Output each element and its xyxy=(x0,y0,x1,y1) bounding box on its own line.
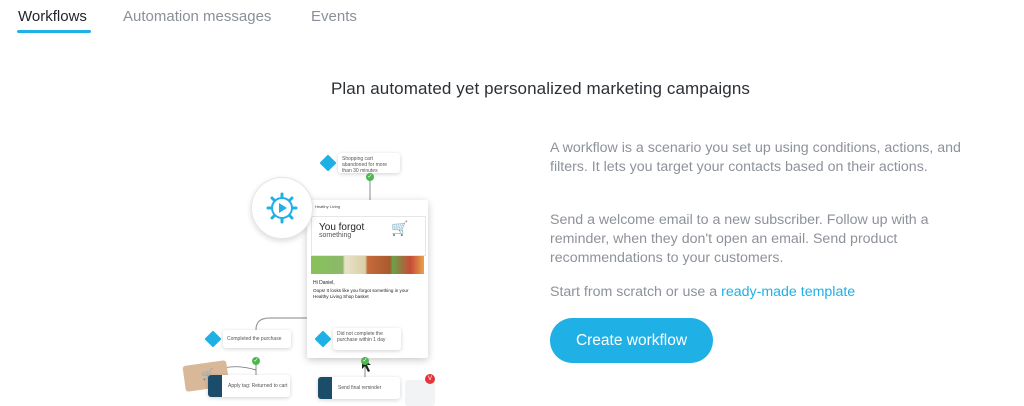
tab-automation-messages[interactable]: Automation messages xyxy=(123,8,271,25)
tab-bar: Workflows Automation messages Events xyxy=(0,0,1024,36)
node-send-reminder-label: Send final reminder xyxy=(338,385,382,391)
trigger-node-label: Shopping cart abandoned for more than 30… xyxy=(342,156,388,174)
active-tab-indicator xyxy=(17,30,91,33)
email-greeting: Hi Daniel, xyxy=(313,280,335,286)
notification-badge: V xyxy=(425,374,435,384)
email-body: Oops! It looks like you forgot something… xyxy=(313,288,409,299)
cart-icon: 🛒 xyxy=(391,220,409,236)
description-p3-text: Start from scratch or use a xyxy=(550,284,722,300)
tab-workflows[interactable]: Workflows xyxy=(18,8,87,25)
envelope-icon xyxy=(318,377,332,399)
description-paragraph-2: Send a welcome email to a new subscriber… xyxy=(550,212,929,266)
node-completed-label: Completed the purchase xyxy=(227,336,282,342)
description-paragraph-1: A workflow is a scenario you set up usin… xyxy=(550,140,961,175)
email-brand: Healthy Living xyxy=(315,204,341,209)
tab-events[interactable]: Events xyxy=(311,8,357,25)
tag-action-icon xyxy=(208,375,222,397)
check-icon: ✓ xyxy=(252,357,260,365)
create-workflow-button[interactable]: Create workflow xyxy=(550,318,713,363)
product-photo xyxy=(311,256,424,274)
node-apply-tag: Apply tag: Returned to cart xyxy=(208,375,290,397)
check-icon: ✓ xyxy=(366,173,374,181)
node-completed-purchase: Completed the purchase xyxy=(223,330,291,348)
page-headline: Plan automated yet personalized marketin… xyxy=(330,79,750,98)
email-subheading: something xyxy=(319,232,352,239)
node-not-completed: Did not complete the purchase within 1 d… xyxy=(333,328,401,350)
trigger-node: Shopping cart abandoned for more than 30… xyxy=(338,153,400,174)
node-not-completed-label: Did not complete the purchase within 1 d… xyxy=(337,331,386,343)
automation-gear-circle xyxy=(251,177,313,239)
check-icon: ✓ xyxy=(361,357,369,365)
workflow-illustration: Shopping cart abandoned for more than 30… xyxy=(170,140,460,406)
ready-made-template-link[interactable]: ready-made template xyxy=(721,284,855,300)
node-send-reminder: Send final reminder xyxy=(318,377,400,399)
description-paragraph-3: Start from scratch or use a ready-made t… xyxy=(550,283,990,302)
node-apply-tag-label: Apply tag: Returned to cart xyxy=(228,383,288,389)
gear-play-icon xyxy=(266,192,298,224)
